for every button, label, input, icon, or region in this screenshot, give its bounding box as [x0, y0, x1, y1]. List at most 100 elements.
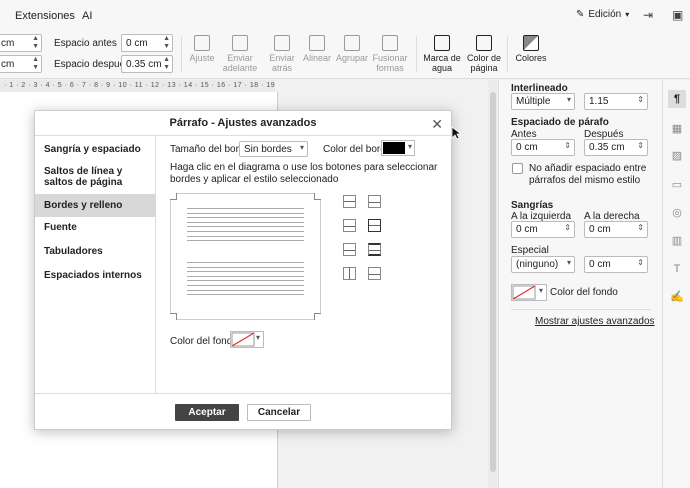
header-footer-icon[interactable]: ▭: [668, 176, 686, 194]
space-before-value: 0 cm: [126, 38, 148, 49]
wrap-icon: [194, 35, 210, 51]
spin-arrows-icon: ▲ ▼: [163, 56, 170, 71]
document-scrollbar[interactable]: [488, 80, 498, 488]
chevron-down-icon: ▾: [538, 286, 543, 295]
no-space-checkbox[interactable]: [512, 163, 523, 174]
color-pagina-label: Color de página: [466, 53, 502, 73]
paragraph-icon[interactable]: ¶: [668, 90, 686, 108]
border-none-button[interactable]: [368, 267, 381, 280]
agrupar-label: Agrupar: [335, 53, 369, 63]
border-top-button[interactable]: [343, 195, 356, 208]
preview-line: [187, 271, 304, 273]
color-pagina-button[interactable]: Color de página: [464, 35, 504, 73]
toolbar-divider: [181, 36, 182, 72]
border-all-button[interactable]: [368, 243, 381, 256]
toolbar-divider: [416, 36, 417, 72]
colores-button[interactable]: Colores: [513, 35, 549, 63]
panel-bg-color-picker[interactable]: ▾: [511, 284, 547, 301]
close-icon[interactable]: ✕: [431, 116, 443, 133]
image-icon[interactable]: ▨: [668, 147, 686, 165]
despues-input[interactable]: 0.35 cm ⇕: [584, 139, 648, 156]
menu-ai[interactable]: AI: [82, 10, 92, 22]
more-icon[interactable]: ▣: [672, 8, 683, 22]
antes-value: 0 cm: [516, 142, 538, 153]
spin-arrows-icon: ⇕: [637, 223, 644, 232]
border-inner-h-button[interactable]: [368, 195, 381, 208]
left-spin-top-value: cm: [1, 38, 15, 49]
especial-label: Especial: [511, 245, 549, 256]
left-spin-bottom[interactable]: cm ▲ ▼: [0, 55, 42, 73]
border-left-button[interactable]: [343, 243, 356, 256]
sangrias-title: Sangrías: [511, 200, 554, 211]
border-bottom-button[interactable]: [368, 219, 381, 232]
marca-de-agua-button[interactable]: Marca de agua: [421, 35, 463, 73]
border-hint: Haga clic en el diagrama o use los boton…: [170, 162, 438, 185]
nav-tabuladores[interactable]: Tabuladores: [35, 246, 156, 260]
nav-sangria[interactable]: Sangría y espaciado: [35, 143, 156, 157]
open-location-icon[interactable]: ⇥: [643, 8, 653, 22]
nav-bordes[interactable]: Bordes y relleno: [35, 194, 156, 217]
especial-select[interactable]: (ninguno) ▾: [511, 256, 575, 273]
preview-line: [187, 208, 304, 209]
despues-value: 0.35 cm: [589, 142, 625, 153]
group-icon: [344, 35, 360, 51]
ajuste-button[interactable]: Ajuste: [186, 35, 218, 63]
border-color-picker[interactable]: ▾: [381, 140, 415, 156]
dialog-body: Tamaño del borde Sin bordes ▾ Color del …: [156, 136, 453, 393]
no-color-icon: [231, 332, 255, 347]
scrollbar-thumb[interactable]: [490, 92, 496, 472]
mouse-cursor-icon: [451, 126, 461, 140]
shape-icon[interactable]: ◎: [668, 204, 686, 222]
menu-extensiones[interactable]: Extensiones: [15, 10, 75, 22]
border-right-button[interactable]: [343, 267, 356, 280]
advanced-settings-link[interactable]: Mostrar ajustes avanzados: [535, 316, 655, 327]
nav-espaciados[interactable]: Espaciados internos: [35, 270, 156, 284]
space-after-input[interactable]: 0.35 cm ▲ ▼: [121, 55, 173, 73]
dialog-title[interactable]: Párrafo - Ajustes avanzados: [35, 111, 451, 136]
bg-color-picker[interactable]: ▾: [230, 331, 264, 348]
preview-line: [187, 226, 304, 228]
border-size-value: Sin bordes: [244, 144, 292, 155]
interlineado-type-value: Múltiple: [516, 96, 551, 107]
text-art-icon[interactable]: T: [668, 260, 686, 278]
der-input[interactable]: 0 cm ⇕: [584, 221, 648, 238]
space-before-label: Espacio antes: [54, 38, 117, 49]
border-middle-button[interactable]: [343, 219, 356, 232]
signature-icon[interactable]: ✍: [668, 288, 686, 306]
border-size-select[interactable]: Sin bordes ▾: [239, 141, 308, 157]
horizontal-ruler[interactable]: · 1 · 2 · 3 · 4 · 5 · 6 · 7 · 8 · 9 · 10…: [0, 80, 275, 92]
enviar-atras-button[interactable]: Enviar atrás: [264, 35, 300, 73]
fusionar-button[interactable]: Fusionar formas: [370, 35, 410, 73]
space-before-input[interactable]: 0 cm ▲ ▼: [121, 34, 173, 52]
preview-line: [187, 221, 304, 223]
accept-button[interactable]: Aceptar: [175, 404, 239, 421]
left-spin-top[interactable]: cm ▲ ▼: [0, 34, 42, 52]
especial-amount-value: 0 cm: [589, 259, 611, 270]
spin-arrows-icon: ▲ ▼: [32, 56, 39, 71]
chart-icon[interactable]: ▥: [668, 232, 686, 250]
table-icon[interactable]: ▦: [668, 120, 686, 138]
cancel-button[interactable]: Cancelar: [247, 404, 311, 421]
merge-shapes-icon: [382, 35, 398, 51]
agrupar-button[interactable]: Agrupar: [335, 35, 369, 63]
spin-arrows-icon: ⇕: [564, 223, 571, 232]
enviar-adelante-button[interactable]: Enviar adelante: [220, 35, 260, 73]
edit-mode-dropdown[interactable]: ✎ Edición ▾: [576, 9, 629, 20]
especial-value: (ninguno): [516, 259, 559, 270]
align-icon: [309, 35, 325, 51]
nav-fuente[interactable]: Fuente: [35, 222, 156, 236]
preview-line: [187, 217, 304, 219]
interlineado-value-input[interactable]: 1.15 ⇕: [584, 93, 648, 110]
izq-input[interactable]: 0 cm ⇕: [511, 221, 575, 238]
no-space-label: No añadir espaciado entre párrafos del m…: [529, 163, 647, 186]
border-diagram[interactable]: [170, 193, 321, 320]
preview-line: [187, 285, 304, 286]
alinear-button[interactable]: Alinear: [300, 35, 334, 63]
antes-input[interactable]: 0 cm ⇕: [511, 139, 575, 156]
interlineado-type-select[interactable]: Múltiple ▾: [511, 93, 575, 110]
nav-saltos[interactable]: Saltos de línea y saltos de página: [35, 164, 156, 194]
especial-amount-input[interactable]: 0 cm ⇕: [584, 256, 648, 273]
spin-arrows-icon: ▲ ▼: [32, 35, 39, 50]
border-line-icon: [344, 226, 355, 227]
bg-color-label: Color del fondo: [170, 336, 238, 347]
